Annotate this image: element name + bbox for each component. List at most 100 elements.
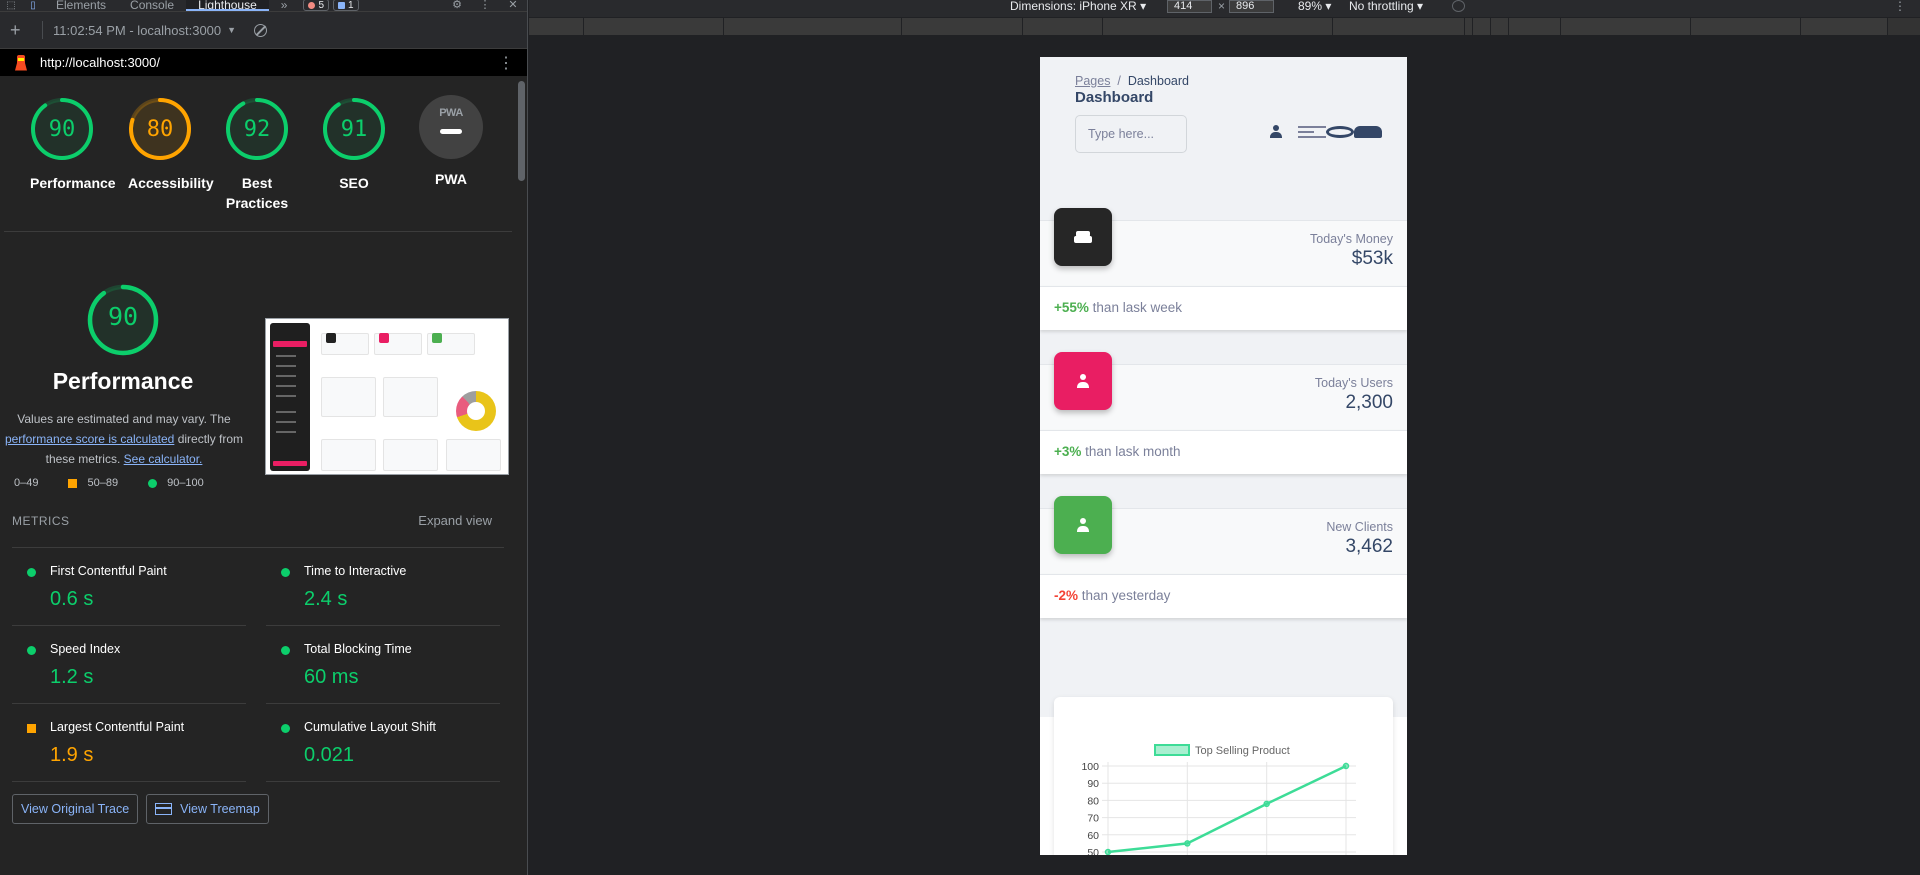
report-scrollbar[interactable] bbox=[516, 77, 527, 875]
ruler-segment[interactable] bbox=[529, 18, 584, 35]
menu-icon[interactable] bbox=[1298, 125, 1326, 138]
clear-reports-icon[interactable] bbox=[254, 23, 268, 37]
chart-point[interactable] bbox=[1342, 762, 1350, 770]
tab-console[interactable]: Console bbox=[118, 0, 186, 11]
stat-footer: +3% than lask month bbox=[1054, 444, 1180, 459]
gauge-best-practices[interactable]: 92 Best Practices bbox=[207, 95, 307, 213]
zoom-select[interactable]: 89% ▾ bbox=[1298, 0, 1331, 12]
inspect-element-icon[interactable]: ⬚ bbox=[0, 0, 22, 11]
close-icon[interactable]: ✕ bbox=[499, 0, 527, 11]
message-badge[interactable]: 1 bbox=[333, 0, 359, 11]
more-options-icon[interactable]: ⋮ bbox=[1894, 0, 1906, 12]
metric-value: 2.4 s bbox=[304, 588, 348, 610]
ruler-segment[interactable] bbox=[902, 18, 1023, 35]
stat-icon-box bbox=[1054, 352, 1112, 410]
device-height-input[interactable]: 896 bbox=[1229, 0, 1274, 13]
chart-point[interactable] bbox=[1184, 840, 1191, 847]
bell-icon[interactable] bbox=[1354, 125, 1382, 138]
more-options-icon[interactable]: ⋮ bbox=[471, 0, 499, 11]
media-query-ruler[interactable] bbox=[529, 18, 1920, 35]
report-url: http://localhost:3000/ bbox=[40, 55, 160, 70]
y-tick-label: 60 bbox=[1087, 830, 1099, 842]
ruler-segment[interactable] bbox=[1509, 18, 1561, 35]
view-original-trace-button[interactable]: View Original Trace bbox=[12, 794, 139, 824]
desc-text-1: Values are estimated and may vary. The bbox=[17, 412, 231, 426]
performance-description: Values are estimated and may vary. The p… bbox=[0, 409, 248, 469]
user-icon[interactable] bbox=[1270, 125, 1298, 138]
settings-gear-icon[interactable]: ⚙ bbox=[443, 0, 471, 11]
ruler-segment[interactable] bbox=[584, 18, 724, 35]
metrics-header: METRICS Expand view bbox=[12, 494, 504, 548]
error-badge[interactable]: 5 bbox=[303, 0, 330, 11]
more-tabs-button[interactable]: » bbox=[269, 0, 300, 11]
ruler-segment[interactable] bbox=[1333, 18, 1465, 35]
report-selector[interactable]: 11:02:54 PM - localhost:3000 bbox=[53, 23, 221, 38]
performance-score: 90 bbox=[107, 302, 139, 331]
gauge-performance[interactable]: 90 Performance bbox=[12, 95, 116, 193]
ruler-segment[interactable] bbox=[1023, 18, 1103, 35]
ruler-segment[interactable] bbox=[1491, 18, 1509, 35]
device-toggle-icon[interactable]: ▯ bbox=[22, 0, 44, 11]
stat-card-new-clients: New Clients 3,462 -2% than yesterday bbox=[1040, 496, 1407, 618]
stat-delta-text: than lask week bbox=[1092, 300, 1182, 315]
page-title: Dashboard bbox=[1075, 89, 1154, 106]
search-input[interactable]: Type here... bbox=[1075, 115, 1187, 153]
tab-lighthouse[interactable]: Lighthouse bbox=[186, 0, 269, 11]
devtools-tabbar: ⬚ ▯ Elements Console Lighthouse » 5 1 ⚙ … bbox=[0, 0, 527, 12]
chart-legend-swatch[interactable] bbox=[1154, 744, 1190, 756]
ruler-segment[interactable] bbox=[1801, 18, 1888, 35]
circle-icon bbox=[27, 646, 36, 655]
gauge-score: 90 bbox=[48, 117, 76, 142]
y-tick-label: 70 bbox=[1087, 813, 1099, 825]
metric-total-blocking-time: Total Blocking Time 60 ms bbox=[266, 626, 500, 704]
circle-icon bbox=[281, 568, 290, 577]
tab-elements[interactable]: Elements bbox=[44, 0, 118, 11]
ruler-segment[interactable] bbox=[1691, 18, 1801, 35]
ruler-segment[interactable] bbox=[724, 18, 902, 35]
ruler-segment[interactable] bbox=[1473, 18, 1491, 35]
chart-legend-label[interactable]: Top Selling Product bbox=[1195, 745, 1290, 757]
ruler-segment[interactable] bbox=[1103, 18, 1333, 35]
toolbar-divider bbox=[42, 21, 43, 39]
report-menu-icon[interactable]: ⋮ bbox=[498, 53, 514, 73]
chart-point[interactable] bbox=[1104, 848, 1112, 855]
message-icon bbox=[338, 1, 346, 9]
throttling-select[interactable]: No throttling ▾ bbox=[1349, 0, 1423, 12]
gauge-seo[interactable]: 91 SEO bbox=[304, 95, 404, 193]
circle-icon bbox=[27, 568, 36, 577]
device-width-input[interactable]: 414 bbox=[1167, 0, 1212, 13]
mobile-viewport[interactable]: Pages / Dashboard Dashboard Type here...… bbox=[1040, 57, 1407, 855]
dimensions-select[interactable]: Dimensions: iPhone XR ▾ bbox=[1010, 0, 1146, 12]
square-icon bbox=[27, 724, 36, 733]
metric-value: 0.021 bbox=[304, 744, 355, 766]
final-screenshot-thumbnail[interactable] bbox=[265, 318, 509, 475]
ruler-segment[interactable] bbox=[1561, 18, 1691, 35]
stat-footer: -2% than yesterday bbox=[1054, 588, 1170, 603]
stat-label: Today's Users bbox=[1314, 376, 1393, 390]
metrics-heading: METRICS bbox=[12, 513, 70, 528]
gauge-accessibility[interactable]: 80 Accessibility bbox=[110, 95, 214, 193]
chart-card: Top Selling Product 100 90 80 70 60 50 bbox=[1054, 697, 1393, 855]
breadcrumb-pages-link[interactable]: Pages bbox=[1075, 74, 1110, 88]
chart-point[interactable] bbox=[1263, 800, 1270, 808]
metric-name: Largest Contentful Paint bbox=[50, 720, 185, 734]
see-calculator-link[interactable]: See calculator. bbox=[124, 452, 203, 466]
circle-icon bbox=[281, 724, 290, 733]
new-report-icon[interactable]: + bbox=[10, 20, 32, 41]
metrics-section: METRICS Expand view First Contentful Pai… bbox=[0, 494, 516, 782]
lighthouse-logo-icon bbox=[14, 54, 28, 71]
gear-icon[interactable] bbox=[1326, 125, 1354, 138]
stat-label: Today's Money bbox=[1310, 232, 1393, 246]
navbar-icons bbox=[1270, 125, 1382, 138]
rotate-icon[interactable] bbox=[1452, 0, 1465, 12]
gauge-pwa[interactable]: PWA PWA bbox=[401, 95, 501, 189]
ruler-segment[interactable] bbox=[1465, 18, 1473, 35]
metric-name: Speed Index bbox=[50, 642, 121, 656]
chevron-down-icon[interactable]: ▼ bbox=[227, 25, 236, 35]
stat-delta: +3% bbox=[1054, 444, 1082, 459]
report-content[interactable]: 90 Performance 80 Accessibility 92 Best Pract… bbox=[0, 77, 516, 875]
expand-view-toggle[interactable]: Expand view bbox=[418, 513, 492, 528]
metrics-grid: First Contentful Paint 0.6 s Time to Inter… bbox=[12, 548, 504, 782]
view-treemap-button[interactable]: View Treemap bbox=[146, 794, 269, 824]
score-calculated-link[interactable]: performance score is calculated bbox=[5, 432, 174, 446]
